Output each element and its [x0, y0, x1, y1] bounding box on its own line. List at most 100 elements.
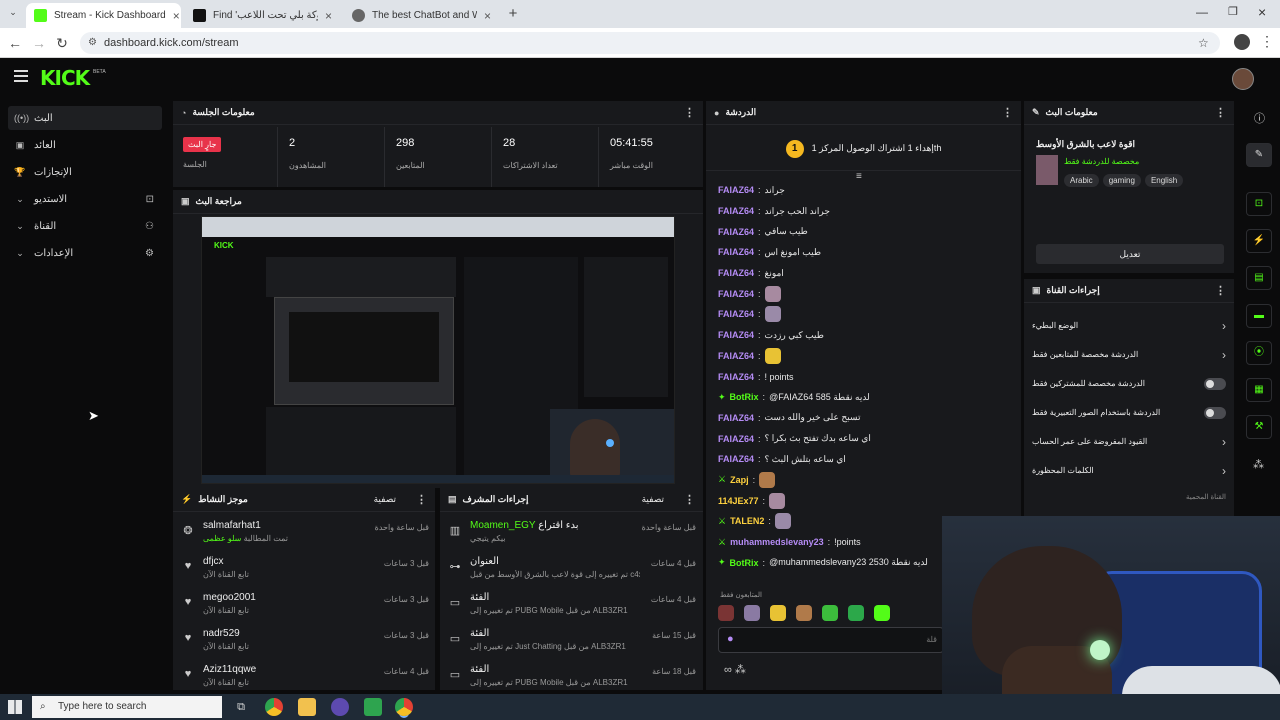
- window-close-button[interactable]: ×: [1258, 4, 1272, 20]
- windows-start-icon[interactable]: [8, 700, 22, 714]
- chat-username[interactable]: FAIAZ64: [718, 330, 754, 340]
- account-age-row[interactable]: القيود المفروضة على عمر الحساب ›: [1024, 427, 1234, 456]
- document-icon[interactable]: ▤: [1246, 266, 1272, 290]
- wrench-icon[interactable]: ⚒: [1246, 415, 1272, 439]
- chat-bubble-icon[interactable]: ▬: [1246, 304, 1272, 328]
- tab-kick-dashboard[interactable]: Stream - Kick Dashboard ×: [26, 3, 181, 28]
- emote-icon[interactable]: [796, 605, 812, 621]
- more-widgets-icon[interactable]: ⁂: [1253, 458, 1264, 471]
- profile-avatar[interactable]: [1234, 34, 1250, 50]
- new-tab-button[interactable]: +: [505, 6, 521, 22]
- more-options-icon[interactable]: ⋮: [416, 493, 427, 506]
- emote-icon[interactable]: [744, 605, 760, 621]
- chat-username[interactable]: FAIAZ64: [718, 309, 754, 319]
- chat-username[interactable]: FAIAZ64: [718, 454, 754, 464]
- activity-username[interactable]: salmafarhat1: [203, 520, 288, 531]
- close-icon[interactable]: ×: [173, 9, 180, 23]
- sidebar-item-channel[interactable]: ⌄ القناة ⚇: [8, 214, 162, 238]
- tab-chatbot[interactable]: The best ChatBot and Widgets f... ×: [344, 3, 499, 28]
- tag-chip[interactable]: gaming: [1102, 174, 1141, 187]
- tab-list-dropdown[interactable]: ⌄: [6, 7, 20, 21]
- chat-username[interactable]: FAIAZ64: [718, 247, 754, 257]
- emote-icon[interactable]: [718, 605, 734, 621]
- task-view-icon[interactable]: ⧉: [232, 698, 250, 716]
- slow-mode-row[interactable]: الوضع البطيء ›: [1024, 311, 1234, 340]
- emote-icon[interactable]: [770, 605, 786, 621]
- activity-username[interactable]: nadr529: [203, 628, 249, 639]
- chat-username[interactable]: muhammedslevany23: [730, 537, 824, 547]
- kick-logo[interactable]: KICK: [40, 66, 90, 90]
- sidebar-item-settings[interactable]: ⌄ الإعدادات ⚙: [8, 241, 162, 265]
- activity-username[interactable]: dfjcx: [203, 556, 249, 567]
- clip-icon[interactable]: ⊡: [1246, 192, 1272, 216]
- chat-username[interactable]: FAIAZ64: [718, 268, 754, 278]
- site-info-icon[interactable]: ⚙: [88, 32, 97, 54]
- chat-username[interactable]: BotRix: [730, 392, 759, 402]
- chat-username[interactable]: BotRix: [730, 558, 759, 568]
- edit-stream-icon[interactable]: ✎: [1246, 143, 1272, 167]
- banned-words-row[interactable]: الكلمات المحظورة ›: [1024, 456, 1234, 485]
- chat-settings-icon[interactable]: ∞ ⁂: [724, 663, 746, 676]
- subscribers-only-toggle[interactable]: [1204, 377, 1226, 390]
- url-input[interactable]: ⚙ dashboard.kick.com/stream ☆: [80, 32, 1220, 54]
- chat-username[interactable]: FAIAZ64: [718, 185, 754, 195]
- restore-button[interactable]: ❐: [1228, 5, 1242, 18]
- followers-only-row[interactable]: الدردشة مخصصة للمتابعين فقط ›: [1024, 340, 1234, 369]
- tag-chip[interactable]: Arabic: [1064, 174, 1099, 187]
- hamburger-menu-icon[interactable]: [14, 70, 28, 82]
- chat-username[interactable]: FAIAZ64: [718, 351, 754, 361]
- chat-username[interactable]: FAIAZ64: [718, 413, 754, 423]
- emote-icon[interactable]: [822, 605, 838, 621]
- sidebar-item-studio[interactable]: ⌄ الاستديو ⊡: [8, 187, 162, 211]
- sidebar-item-achievements[interactable]: 🏆 الإنجازات: [8, 160, 162, 184]
- user-avatar[interactable]: [1232, 68, 1254, 90]
- bookmark-star-icon[interactable]: ☆: [1198, 32, 1209, 54]
- edit-button[interactable]: تعديل: [1036, 244, 1224, 264]
- browser-menu-icon[interactable]: ⋮: [1260, 33, 1274, 50]
- chat-username[interactable]: FAIAZ64: [718, 434, 754, 444]
- sidebar-item-revenue[interactable]: ▣ العائد: [8, 133, 162, 157]
- filter-button[interactable]: تصفية: [374, 494, 396, 505]
- filter-button[interactable]: تصفية: [642, 494, 664, 505]
- taskbar-search-input[interactable]: ⌕ Type here to search: [32, 696, 222, 718]
- bolt-icon[interactable]: ⚡: [1246, 229, 1272, 253]
- close-icon[interactable]: ×: [484, 9, 491, 23]
- broadcast-icon[interactable]: ⦿: [1246, 341, 1272, 365]
- more-options-icon[interactable]: ⋮: [1215, 284, 1226, 297]
- more-options-icon[interactable]: ⋮: [1002, 106, 1013, 119]
- close-icon[interactable]: ×: [325, 9, 332, 23]
- chat-username[interactable]: FAIAZ64: [718, 206, 754, 216]
- activity-username[interactable]: Aziz11qqwe: [203, 664, 256, 675]
- more-options-icon[interactable]: ⋮: [684, 493, 695, 506]
- emote-icon[interactable]: [874, 605, 890, 621]
- kick-app-icon[interactable]: [364, 698, 382, 716]
- chrome-profile-icon[interactable]: [331, 698, 349, 716]
- back-arrow-icon[interactable]: ←: [6, 34, 24, 52]
- emote-only-toggle[interactable]: [1204, 406, 1226, 419]
- chrome-active-icon[interactable]: [395, 698, 413, 716]
- chat-username[interactable]: Zapj: [730, 475, 749, 485]
- tab-tiktok[interactable]: Find 'كسر البلوكة بلي تحت اللاعب' ... ×: [185, 3, 340, 28]
- sub-goal-banner[interactable]: 1 إهداء 1 اشتراك الوصول المركز 1th: [706, 127, 1021, 171]
- info-icon[interactable]: ⓘ: [1254, 110, 1265, 126]
- chat-username[interactable]: FAIAZ64: [718, 227, 754, 237]
- tag-chip[interactable]: English: [1144, 174, 1184, 187]
- chat-username[interactable]: 114JEx77: [718, 496, 759, 506]
- file-explorer-icon[interactable]: [298, 698, 316, 716]
- chat-username[interactable]: TALEN2: [730, 516, 764, 526]
- more-options-icon[interactable]: ⋮: [684, 106, 695, 119]
- emote-icon[interactable]: [848, 605, 864, 621]
- chat-input[interactable]: ● قلة: [718, 627, 944, 653]
- panels-icon[interactable]: ▦: [1246, 378, 1272, 402]
- more-options-icon[interactable]: ⋮: [1215, 106, 1226, 119]
- reload-icon[interactable]: ↻: [53, 34, 71, 52]
- chat-username[interactable]: FAIAZ64: [718, 289, 754, 299]
- activity-username[interactable]: megoo2001: [203, 592, 256, 603]
- chrome-icon[interactable]: [265, 698, 283, 716]
- sidebar-item-stream[interactable]: ((•)) البث: [8, 106, 162, 130]
- chat-username[interactable]: FAIAZ64: [718, 372, 754, 382]
- stream-preview-video[interactable]: KICK: [201, 216, 675, 484]
- emote-picker-icon[interactable]: ●: [727, 633, 734, 645]
- minimize-button[interactable]: —: [1196, 5, 1210, 19]
- forward-arrow-icon[interactable]: →: [30, 34, 48, 52]
